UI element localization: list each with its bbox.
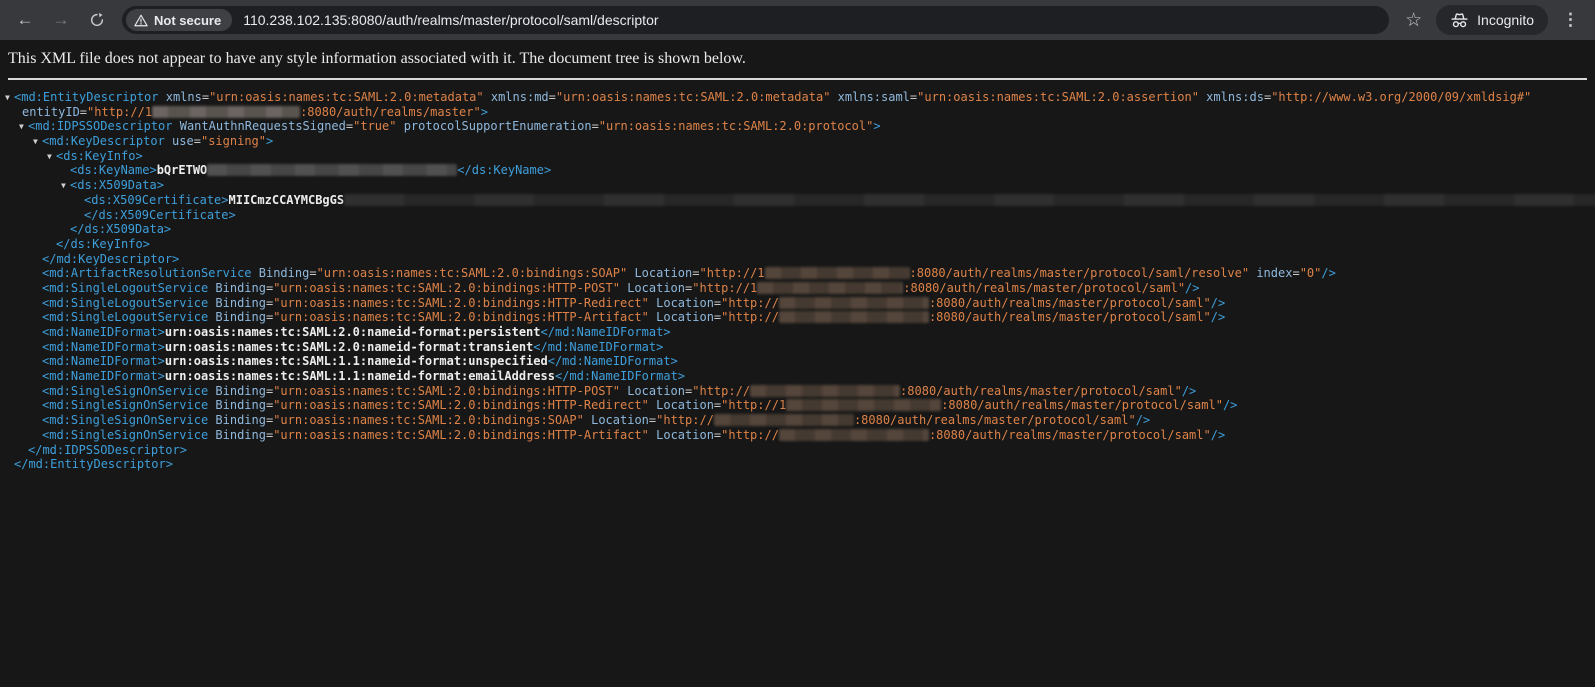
url-text: 110.238.102.135:8080/auth/realms/master/… bbox=[243, 12, 658, 28]
xml-tree: ▼<md:EntityDescriptor xmlns="urn:oasis:n… bbox=[0, 80, 1595, 472]
expand-toggle-icon[interactable]: ▼ bbox=[5, 91, 14, 106]
redacted-text bbox=[714, 414, 854, 426]
redacted-text bbox=[207, 164, 457, 176]
xml-line: <md:NameIDFormat>urn:oasis:names:tc:SAML… bbox=[0, 325, 1595, 340]
expand-toggle-icon[interactable]: ▼ bbox=[47, 150, 56, 165]
redacted-text bbox=[152, 106, 300, 118]
redacted-text bbox=[344, 194, 1595, 206]
redacted-text bbox=[750, 385, 900, 397]
xml-line: </md:KeyDescriptor> bbox=[0, 252, 1595, 267]
redacted-text bbox=[779, 297, 929, 309]
xml-notice-header: This XML file does not appear to have an… bbox=[0, 40, 1595, 80]
browser-toolbar: ← → Not secure 110.238.102.135:8080/auth… bbox=[0, 0, 1595, 40]
expand-toggle-icon[interactable]: ▼ bbox=[61, 179, 70, 194]
xml-line: ▼<ds:KeyInfo> bbox=[0, 149, 1595, 164]
xml-line: <md:SingleSignOnService Binding="urn:oas… bbox=[0, 398, 1595, 413]
xml-line: <md:NameIDFormat>urn:oasis:names:tc:SAML… bbox=[0, 340, 1595, 355]
xml-viewer-page: This XML file does not appear to have an… bbox=[0, 40, 1595, 687]
xml-line: </ds:KeyInfo> bbox=[0, 237, 1595, 252]
incognito-icon bbox=[1450, 12, 1469, 29]
back-button[interactable]: ← bbox=[10, 5, 40, 35]
xml-line: <ds:X509Certificate>MIICmzCCAYMCBgGS bbox=[0, 193, 1595, 208]
redacted-text bbox=[779, 311, 929, 323]
xml-line: <md:SingleSignOnService Binding="urn:oas… bbox=[0, 428, 1595, 443]
incognito-badge: Incognito bbox=[1436, 5, 1548, 35]
xml-line: <md:SingleSignOnService Binding="urn:oas… bbox=[0, 413, 1595, 428]
expand-toggle-icon[interactable]: ▼ bbox=[33, 135, 42, 150]
xml-line: ▼<md:IDPSSODescriptor WantAuthnRequestsS… bbox=[0, 119, 1595, 134]
xml-line: <md:SingleLogoutService Binding="urn:oas… bbox=[0, 310, 1595, 325]
xml-line: </md:EntityDescriptor> bbox=[0, 457, 1595, 472]
redacted-text bbox=[779, 429, 929, 441]
xml-line: <md:ArtifactResolutionService Binding="u… bbox=[0, 266, 1595, 281]
warning-icon bbox=[134, 14, 148, 27]
expand-toggle-icon[interactable]: ▼ bbox=[19, 120, 28, 135]
bookmark-star-icon[interactable]: ☆ bbox=[1405, 11, 1422, 30]
reload-icon bbox=[89, 12, 105, 28]
security-chip[interactable]: Not secure bbox=[126, 9, 232, 31]
xml-line: <ds:KeyName>bQrETWO</ds:KeyName> bbox=[0, 163, 1595, 178]
xml-line: ▼<md:EntityDescriptor xmlns="urn:oasis:n… bbox=[0, 90, 1595, 105]
xml-line: <md:NameIDFormat>urn:oasis:names:tc:SAML… bbox=[0, 354, 1595, 369]
redacted-text bbox=[786, 399, 941, 411]
xml-line: </ds:X509Data> bbox=[0, 222, 1595, 237]
xml-line: </md:IDPSSODescriptor> bbox=[0, 443, 1595, 458]
security-chip-label: Not secure bbox=[154, 13, 221, 28]
forward-button[interactable]: → bbox=[46, 5, 76, 35]
incognito-label: Incognito bbox=[1477, 12, 1534, 28]
xml-line: ▼<md:KeyDescriptor use="signing"> bbox=[0, 134, 1595, 149]
xml-line: ▼<ds:X509Data> bbox=[0, 178, 1595, 193]
xml-line: <md:SingleLogoutService Binding="urn:oas… bbox=[0, 281, 1595, 296]
xml-notice-text: This XML file does not appear to have an… bbox=[8, 48, 1587, 70]
address-bar[interactable]: Not secure 110.238.102.135:8080/auth/rea… bbox=[122, 6, 1389, 34]
menu-button[interactable]: ⋮ bbox=[1556, 10, 1585, 30]
xml-line: <md:SingleSignOnService Binding="urn:oas… bbox=[0, 384, 1595, 399]
xml-line: <md:SingleLogoutService Binding="urn:oas… bbox=[0, 296, 1595, 311]
xml-line: </ds:X509Certificate> bbox=[0, 208, 1595, 223]
xml-line: entityID="http://1:8080/auth/realms/mast… bbox=[0, 105, 1595, 120]
redacted-text bbox=[765, 267, 910, 279]
xml-line: <md:NameIDFormat>urn:oasis:names:tc:SAML… bbox=[0, 369, 1595, 384]
redacted-text bbox=[757, 282, 903, 294]
reload-button[interactable] bbox=[82, 5, 112, 35]
